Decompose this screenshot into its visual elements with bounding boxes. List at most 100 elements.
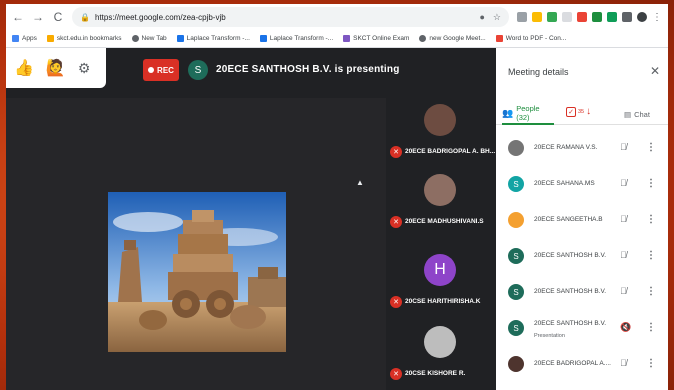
list-item[interactable]: 20ECE BADRIGOPAL A.... 🎙̸ ⋮ (496, 350, 668, 386)
profile-avatar[interactable] (637, 12, 647, 22)
address-bar-row: ← → C 🔒 https://meet.google.com/zea-cpjb… (6, 4, 668, 30)
extension-icon[interactable] (547, 12, 557, 22)
mic-off-icon: ✕ (390, 368, 402, 380)
extension-icon[interactable] (517, 12, 527, 22)
presenter-avatar: S (188, 60, 208, 80)
reload-icon[interactable]: C (52, 10, 64, 24)
participant-tile[interactable]: ✕ 20ECE MADHUSHIVANI.S (386, 168, 496, 238)
avatar-emoji-icon[interactable]: 🙋 (46, 58, 66, 78)
tab-people[interactable]: 👥 People (32) (502, 103, 554, 125)
mic-off-icon[interactable]: 🎙̸ (620, 142, 627, 152)
camera-icon[interactable]: ● (479, 12, 484, 23)
extension-icon[interactable] (532, 12, 542, 22)
extension-icon[interactable] (562, 12, 572, 22)
record-dot-icon (148, 67, 155, 73)
bookmarks-bar: Apps skct.edu.in bookmarks New Tab Lapla… (6, 30, 668, 48)
list-item[interactable]: S 20ECE SANTHOSH B.V. 🎙̸ ⋮ (496, 242, 668, 278)
list-item[interactable]: S 20ECE SAHANA.MS 🎙̸ ⋮ (496, 170, 668, 206)
mouse-cursor-icon: ▲ (356, 178, 364, 187)
more-options-icon[interactable]: ⋮ (646, 178, 656, 189)
star-icon[interactable]: ☆ (493, 12, 501, 23)
apps-grid-icon (12, 35, 19, 42)
participant-avatar (424, 104, 456, 136)
mic-off-icon[interactable]: 🎙̸ (620, 250, 627, 260)
mic-off-icon: ✕ (390, 296, 402, 308)
lock-icon: 🔒 (80, 12, 90, 22)
list-item[interactable]: 20ECE SANGEETHA.B 🎙̸ ⋮ (496, 206, 668, 242)
recording-badge: REC (143, 59, 179, 81)
participant-tiles: ✕ 20ECE BADRIGOPAL A. BH... ✕ 20ECE MADH… (386, 88, 496, 390)
presentation-slide-image (108, 192, 286, 352)
participant-name: 20ECE MADHUSHIVANI.S (405, 218, 484, 225)
mic-off-icon: ✕ (390, 146, 402, 158)
avatar: S (508, 176, 524, 192)
puzzle-icon[interactable] (622, 12, 632, 22)
avatar: S (508, 320, 524, 336)
presenting-label: 20ECE SANTHOSH B.V. is presenting (216, 64, 400, 75)
forward-icon[interactable]: → (32, 10, 44, 24)
attendance-check-icon: ✓ (566, 106, 576, 117)
bookmark-item[interactable]: skct.edu.in bookmarks (46, 35, 122, 42)
raise-hand-icon[interactable]: 👍 (14, 58, 34, 78)
bookmark-item[interactable]: new Google Meet... (419, 35, 486, 42)
meet-main-area: 👍 🙋 ⚙ REC S 20ECE SANTHOSH B.V. is prese… (6, 48, 496, 390)
participant-name: 20CSE KISHORE R. (405, 370, 466, 377)
list-item[interactable]: S 20ECE SANTHOSH B.V. Presentation 🔇 ⋮ (496, 314, 668, 350)
more-options-icon[interactable]: ⋮ (646, 250, 656, 261)
presentation-sublabel: Presentation (534, 333, 565, 339)
avatar (508, 212, 524, 228)
tab-chat[interactable]: ▤ Chat (624, 103, 650, 125)
people-icon: 👥 (502, 107, 514, 118)
more-options-icon[interactable]: ⋮ (646, 214, 656, 225)
more-options-icon[interactable]: ⋮ (646, 322, 656, 333)
participant-tile[interactable]: H ✕ 20CSE HARITHIRISHA.K (386, 248, 496, 318)
participant-avatar (424, 174, 456, 206)
mic-off-icon[interactable]: 🎙̸ (620, 358, 627, 368)
url-text: https://meet.google.com/zea-cpjb-vjb (94, 12, 226, 22)
extension-icons: ⋮ (517, 12, 662, 23)
back-icon[interactable]: ← (12, 10, 24, 24)
participant-tile[interactable]: ✕ 20CSE KISHORE R. (386, 320, 496, 390)
bookmark-item[interactable]: SKCT Online Exam (343, 35, 409, 42)
mic-off-icon[interactable]: 🎙̸ (620, 214, 627, 224)
bookmark-item[interactable]: New Tab (131, 35, 167, 42)
extension-icon[interactable] (592, 12, 602, 22)
attendance-count: 35 (578, 108, 585, 115)
avatar: S (508, 248, 524, 264)
panel-title: Meeting details (508, 67, 569, 77)
close-icon[interactable]: ✕ (650, 64, 660, 78)
bookmark-item[interactable]: Apps (12, 35, 37, 42)
kebab-menu-icon[interactable]: ⋮ (652, 12, 662, 23)
site-icon (176, 35, 184, 42)
mic-off-icon: ✕ (390, 216, 402, 228)
more-options-icon[interactable]: ⋮ (646, 286, 656, 297)
gear-icon[interactable]: ⚙ (78, 60, 91, 77)
list-item[interactable]: S 20ECE SANTHOSH B.V. 🎙̸ ⋮ (496, 278, 668, 314)
list-item[interactable]: 20ECE RAMANA V.S. 🎙̸ ⋮ (496, 134, 668, 170)
mic-off-icon[interactable]: 🎙̸ (620, 178, 627, 188)
participant-tile[interactable]: ✕ 20ECE BADRIGOPAL A. BH... (386, 98, 496, 168)
globe-icon (419, 35, 427, 42)
extension-icon[interactable] (577, 12, 587, 22)
mic-off-icon[interactable]: 🎙̸ (620, 286, 627, 296)
more-options-icon[interactable]: ⋮ (646, 358, 656, 369)
globe-icon (131, 35, 139, 42)
chat-icon: ▤ (624, 109, 632, 119)
url-field[interactable]: 🔒 https://meet.google.com/zea-cpjb-vjb ●… (72, 7, 509, 27)
temple-photo (108, 192, 286, 352)
reactions-bar: 👍 🙋 ⚙ (6, 48, 106, 88)
avatar (508, 140, 524, 156)
attendance-tab[interactable]: ✓ 35 ↓ (566, 106, 591, 117)
arrow-down-icon: ↓ (586, 106, 592, 117)
extension-icon[interactable] (607, 12, 617, 22)
site-icon (495, 35, 503, 42)
more-options-icon[interactable]: ⋮ (646, 142, 656, 153)
avatar: S (508, 284, 524, 300)
bookmark-item[interactable]: Word to PDF - Con... (495, 35, 566, 42)
avatar (508, 356, 524, 372)
site-icon (343, 35, 351, 42)
bookmark-item[interactable]: Laplace Transform -... (259, 35, 333, 42)
mic-off-icon[interactable]: 🔇 (620, 322, 631, 333)
participant-avatar (424, 326, 456, 358)
bookmark-item[interactable]: Laplace Transform -... (176, 35, 250, 42)
